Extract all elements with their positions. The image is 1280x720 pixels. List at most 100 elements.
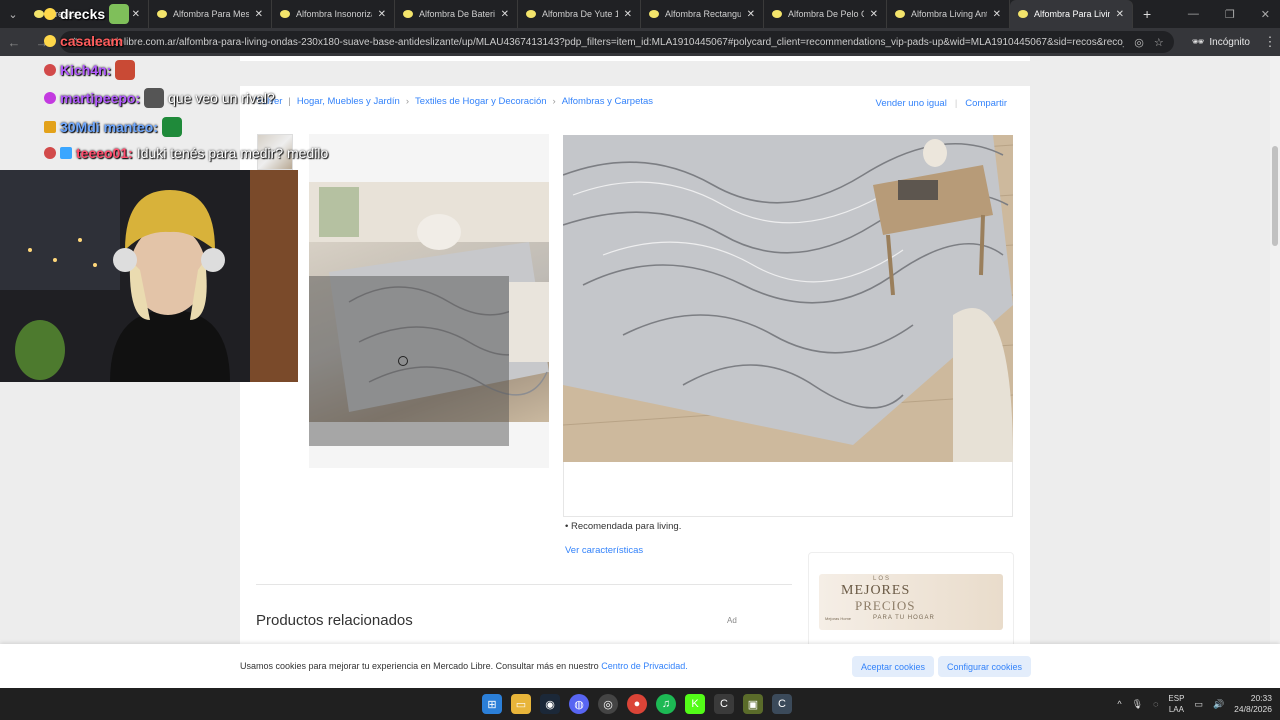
clock-time: 20:33 [1250, 693, 1272, 703]
scrollbar[interactable] [1270, 56, 1280, 688]
tab-4[interactable]: Alfombra De Yute 12 ✕ [518, 0, 641, 28]
emote-icon [109, 4, 130, 24]
game-icon[interactable]: ▣ [743, 694, 763, 714]
favicon-icon [526, 10, 536, 18]
tab-8-active[interactable]: Alfombra Para Living ✕ [1010, 0, 1133, 28]
close-icon[interactable]: ✕ [378, 9, 386, 20]
emote-icon [115, 60, 136, 80]
star-icon[interactable]: ☆ [1154, 36, 1164, 49]
badge-icon [44, 147, 56, 159]
obs-icon[interactable]: ◎ [598, 694, 618, 714]
menu-icon[interactable]: ⋮ [1260, 34, 1280, 50]
url-text: mercadolibre.com.ar/alfombra-para-living… [84, 36, 1125, 48]
chat-line: Kich4n: [44, 60, 136, 80]
close-icon[interactable]: ✕ [255, 9, 263, 20]
product-main-image[interactable] [563, 135, 1013, 462]
lang-code: ESP [1168, 694, 1185, 703]
tab-label: Alfombra Insonorizan [296, 9, 372, 19]
tab-6[interactable]: Alfombra De Pelo Co ✕ [764, 0, 887, 28]
tab-search-icon[interactable]: ⌄ [0, 0, 26, 28]
chat-user: drecks [60, 6, 106, 22]
chat-user: martipeepo: [60, 90, 141, 106]
see-features-link[interactable]: Ver características [565, 545, 643, 556]
tab-5[interactable]: Alfombra Rectangul ✕ [641, 0, 764, 28]
back-icon[interactable]: ← [0, 35, 28, 50]
close-icon[interactable]: ✕ [1116, 9, 1124, 20]
close-icon[interactable]: ✕ [624, 9, 632, 20]
spotify-icon[interactable]: ♫ [656, 694, 676, 714]
chat-line: teeeo01: Iduki tenés para medir? medilo [44, 145, 328, 161]
favicon-icon [403, 10, 413, 18]
browser-tab-bar: ⌄ drecks ✕ Alfombra Para Mesa ✕ Alfombra I… [0, 0, 1280, 28]
incognito-icon: 🕶 [1191, 36, 1205, 48]
volume-icon[interactable]: 🔊 [1213, 699, 1224, 710]
maximize-icon[interactable]: ❐ [1225, 8, 1235, 21]
favicon-icon [1018, 10, 1028, 18]
promo-banner[interactable]: LOS MEJORES PRECIOS PARA TU HOGAR Mejora… [819, 574, 1003, 630]
close-icon[interactable]: ✕ [993, 9, 1001, 20]
chat-user: teeeo01: [76, 145, 133, 161]
close-window-icon[interactable]: ✕ [1261, 8, 1270, 21]
cursor-app-2-icon[interactable]: C [772, 694, 792, 714]
cursor-app-icon[interactable]: C [714, 694, 734, 714]
tab-3[interactable]: Alfombra De Bateria ✕ [395, 0, 518, 28]
address-bar-row: ← → ⚙ mercadolibre.com.ar/alfombra-para-… [0, 28, 1280, 56]
feature-bullet: • Recomendada para living. [565, 521, 682, 532]
close-icon[interactable]: ✕ [132, 9, 140, 20]
kick-icon[interactable]: K [685, 694, 705, 714]
language-indicator[interactable]: ESP LAA [1168, 693, 1184, 715]
close-icon[interactable]: ✕ [747, 9, 755, 20]
favicon-icon [895, 10, 905, 18]
badge-icon [60, 147, 72, 159]
scrollbar-thumb[interactable] [1272, 146, 1278, 246]
rug-main-graphic [563, 135, 1013, 462]
tab-label: Alfombra Para Living [1034, 9, 1110, 19]
chat-user: casaleam [60, 33, 124, 49]
close-icon[interactable]: ✕ [870, 9, 878, 20]
steam-icon[interactable]: ◉ [540, 694, 560, 714]
related-products-title: Productos relacionados [256, 612, 413, 629]
incognito-indicator[interactable]: 🕶 Incógnito [1182, 37, 1260, 48]
tab-1[interactable]: Alfombra Para Mesa ✕ [149, 0, 272, 28]
configure-cookies-button[interactable]: Configurar cookies [938, 656, 1032, 677]
taskbar: ⊞ ▭ ◉ ◍ ◎ ● ♫ K C ▣ C ^ 🎙 ◌ ESP LAA ▭ 🔊 … [0, 688, 1280, 720]
tab-label: Alfombra Living Anti [911, 9, 987, 19]
share-link[interactable]: Compartir [965, 98, 1007, 109]
tab-label: Alfombra Para Mesa [173, 9, 249, 19]
badge-icon [44, 121, 56, 133]
sell-similar-link[interactable]: Vender uno igual [876, 98, 947, 109]
chat-user: Kich4n: [60, 62, 112, 78]
breadcrumb: Volver | Hogar, Muebles y Jardín › Texti… [256, 96, 653, 107]
breadcrumb-item[interactable]: Hogar, Muebles y Jardín [297, 96, 400, 107]
breadcrumb-item[interactable]: Textiles de Hogar y Decoración [415, 96, 546, 107]
cookie-banner: Usamos cookies para mejorar tu experienc… [0, 644, 1280, 688]
minimize-icon[interactable]: — [1188, 8, 1199, 20]
microphone-icon[interactable]: 🎙 [1132, 699, 1143, 710]
display-icon[interactable]: ▭ [1194, 699, 1203, 710]
windows-start-icon[interactable]: ⊞ [482, 694, 502, 714]
chevron-up-icon[interactable]: ^ [1117, 699, 1121, 709]
webcam-overlay [0, 170, 298, 382]
close-icon[interactable]: ✕ [501, 9, 509, 20]
window-controls: — ❐ ✕ [1188, 0, 1270, 28]
favicon-icon [34, 10, 44, 18]
promo-line: PARA TU HOGAR [873, 615, 935, 621]
chat-line: 30Mdi manteo: [44, 117, 183, 137]
tab-7[interactable]: Alfombra Living Anti ✕ [887, 0, 1010, 28]
emote-icon [144, 88, 165, 108]
privacy-link[interactable]: Centro de Privacidad. [601, 661, 688, 671]
network-icon[interactable]: ◌ [1153, 699, 1158, 709]
discord-icon[interactable]: ◍ [569, 694, 589, 714]
breadcrumb-item[interactable]: Alfombras y Carpetas [562, 96, 653, 107]
clock[interactable]: 20:33 24/8/2026 [1234, 693, 1272, 715]
file-explorer-icon[interactable]: ▭ [511, 694, 531, 714]
breadcrumb-separator: | [288, 96, 291, 107]
favicon-icon [649, 10, 659, 18]
eye-off-icon[interactable]: ◎ [1134, 36, 1144, 49]
accept-cookies-button[interactable]: Aceptar cookies [852, 656, 935, 677]
chat-line: casaleam [44, 33, 123, 49]
chrome-icon[interactable]: ● [627, 694, 647, 714]
url-field[interactable]: ⚙ mercadolibre.com.ar/alfombra-para-livi… [60, 31, 1174, 53]
new-tab-button[interactable]: + [1143, 6, 1151, 22]
tab-2[interactable]: Alfombra Insonorizan ✕ [272, 0, 395, 28]
